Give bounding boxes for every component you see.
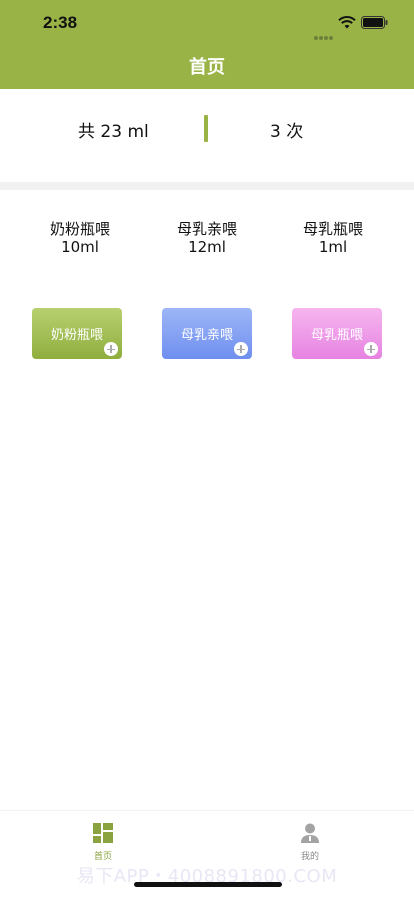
tab-home[interactable]: 首页 xyxy=(68,823,138,862)
status-bar: 2:38 xyxy=(0,0,414,44)
stat-value: 10ml xyxy=(61,238,99,256)
total-amount: 共 23 ml xyxy=(78,122,149,142)
add-formula-bottle-button[interactable]: 奶粉瓶喂 xyxy=(32,308,122,359)
tab-label: 我的 xyxy=(300,852,319,862)
button-label: 母乳亲喂 xyxy=(180,328,233,343)
stat-label: 奶粉瓶喂 xyxy=(49,220,110,238)
tab-label: 首页 xyxy=(93,852,112,862)
page-title: 首页 xyxy=(189,57,225,78)
user-icon xyxy=(301,823,319,843)
summary-section: 共 23 ml 3 次 xyxy=(0,89,414,182)
dashboard-icon xyxy=(93,823,113,843)
battery-icon xyxy=(361,16,388,29)
button-label: 奶粉瓶喂 xyxy=(50,328,103,343)
cellular-signal-icon xyxy=(314,25,334,44)
summary-divider xyxy=(204,115,208,142)
tab-mine[interactable]: 我的 xyxy=(275,823,345,862)
section-separator xyxy=(0,182,414,190)
add-breastmilk-bottle-button[interactable]: 母乳瓶喂 xyxy=(292,308,382,359)
plus-icon xyxy=(364,342,378,356)
feed-count: 3 次 xyxy=(270,122,304,142)
stat-value: 1ml xyxy=(318,238,348,256)
stat-formula-bottle: 奶粉瓶喂 10ml xyxy=(20,220,140,256)
stat-breastfeeding: 母乳亲喂 12ml xyxy=(147,220,267,256)
add-breastfeeding-button[interactable]: 母乳亲喂 xyxy=(162,308,252,359)
stat-breastmilk-bottle: 母乳瓶喂 1ml xyxy=(273,220,393,256)
stat-label: 母乳亲喂 xyxy=(176,220,237,238)
stat-label: 母乳瓶喂 xyxy=(302,220,363,238)
plus-icon xyxy=(104,342,118,356)
stat-value: 12ml xyxy=(188,238,226,256)
button-label: 母乳瓶喂 xyxy=(310,328,363,343)
plus-icon xyxy=(234,342,248,356)
home-indicator[interactable] xyxy=(134,882,282,887)
wifi-icon xyxy=(338,16,356,29)
status-time: 2:38 xyxy=(43,13,78,32)
header-bar: 2:38 首页 xyxy=(0,0,414,89)
